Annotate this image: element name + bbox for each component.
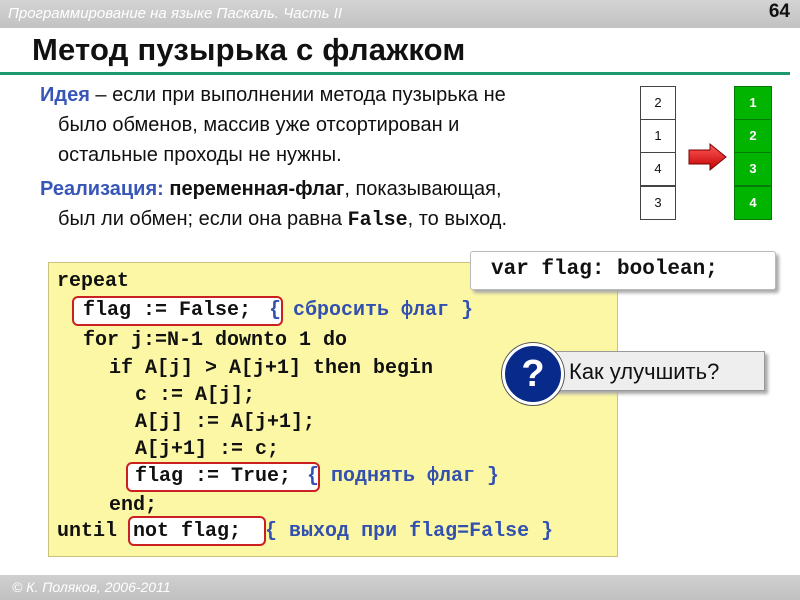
array-before-cell: 1: [640, 119, 676, 153]
footer-bar: © К. Поляков, 2006-2011: [0, 575, 800, 600]
array-after-cell: 1: [734, 86, 772, 120]
idea-paragraph: Идея – если при выполнении метода пузырь…: [40, 80, 630, 170]
right-arrow-icon: [688, 142, 727, 172]
code-line-swap1: c := A[j];: [135, 384, 256, 407]
code-flag-set: flag := True;: [135, 465, 292, 488]
impl-paragraph: Реализация: переменная-флаг, показывающа…: [40, 174, 630, 236]
code-block: repeat flag := False; { сбросить флаг } f…: [48, 262, 618, 557]
code-line-swap2: A[j] := A[j+1];: [135, 411, 316, 434]
var-declaration-callout: var flag: boolean;: [470, 251, 776, 290]
code-until: until: [57, 520, 118, 543]
array-before-cell: 4: [640, 152, 676, 186]
impl-bold: переменная-флаг: [163, 178, 345, 200]
course-title: Программирование на языке Паскаль. Часть…: [8, 5, 343, 22]
idea-label: Идея: [40, 84, 90, 106]
code-not-flag: not flag;: [133, 520, 242, 543]
slide-title: Метод пузырька с флажком: [32, 32, 466, 67]
code-line-swap3: A[j+1] := c;: [135, 438, 280, 461]
copyright: © К. Поляков, 2006-2011: [12, 579, 171, 595]
improve-question-text: Как улучшить?: [569, 359, 720, 384]
var-declaration: var flag: boolean;: [491, 258, 718, 281]
comment-reset: { сбросить флаг }: [269, 299, 474, 322]
array-after-cell: 4: [734, 186, 772, 220]
page-number: 64: [768, 1, 790, 22]
impl-false: False: [347, 209, 408, 232]
code-line-end: end;: [109, 494, 158, 517]
array-before-cell: 3: [640, 186, 676, 220]
idea-line-2: было обменов, массив уже отсортирован и: [58, 114, 460, 136]
question-icon: ?: [502, 343, 564, 405]
header-bar: Программирование на языке Паскаль. Часть…: [0, 0, 800, 28]
idea-line-1: – если при выполнении метода пузырька не: [89, 84, 506, 106]
code-line-if: if A[j] > A[j+1] then begin: [109, 357, 434, 380]
array-after-cell: 2: [734, 119, 772, 153]
comment-set: { поднять флаг }: [307, 465, 500, 488]
comment-exit: { выход при flag=False }: [265, 520, 554, 543]
impl-rest: , показывающая,: [344, 178, 502, 200]
array-before-cell: 2: [640, 86, 676, 120]
code-line-for: for j:=N-1 downto 1 do: [83, 329, 348, 352]
code-line-repeat: repeat: [57, 270, 130, 293]
idea-line-3: остальные проходы не нужны.: [58, 144, 342, 166]
array-after-cell: 3: [734, 152, 772, 186]
improve-question-box: Как улучшить?: [546, 351, 765, 391]
impl-label: Реализация:: [40, 178, 164, 200]
impl-line2c: , то выход.: [407, 208, 508, 230]
impl-line2a: был ли обмен; если она равна: [58, 208, 348, 230]
title-underline: [0, 72, 790, 75]
code-flag-reset: flag := False;: [83, 299, 252, 322]
